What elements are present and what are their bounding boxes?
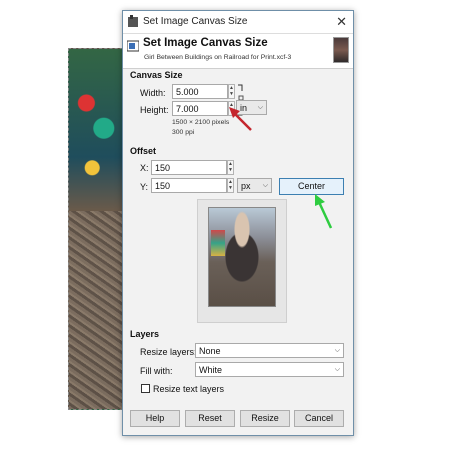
- header-subtitle: Girl Between Buildings on Railroad for P…: [144, 54, 292, 61]
- dialog-header: Set Image Canvas Size Girl Between Build…: [123, 34, 353, 69]
- canvas-preview-image[interactable]: [208, 207, 276, 307]
- canvas-size-icon: [127, 40, 139, 52]
- reset-button[interactable]: Reset: [185, 410, 235, 427]
- resize-text-layers-label: Resize text layers: [153, 384, 225, 394]
- width-field[interactable]: 5.000: [172, 84, 228, 99]
- gimp-app-icon: [128, 15, 138, 27]
- cancel-button[interactable]: Cancel: [294, 410, 344, 427]
- close-icon[interactable]: ✕: [336, 14, 347, 30]
- preview-graffiti: [211, 230, 225, 256]
- resize-layers-label: Resize layers:: [140, 347, 197, 357]
- fill-with-select[interactable]: White ⌵: [195, 362, 344, 377]
- green-annotation-arrow: [315, 194, 333, 229]
- fill-with-label: Fill with:: [140, 366, 173, 376]
- chevron-down-icon: ⌵: [334, 366, 340, 373]
- offset-section-label: Offset: [130, 146, 157, 156]
- layers-section-label: Layers: [130, 329, 160, 339]
- offset-x-label: X:: [140, 163, 149, 173]
- background-image-canvas: [68, 48, 128, 410]
- offset-y-field[interactable]: 150: [151, 178, 227, 193]
- chevron-down-icon: ⌵: [334, 347, 340, 354]
- resize-layers-value: None: [199, 346, 221, 356]
- offset-y-spinner[interactable]: ▲ ▼: [227, 178, 234, 193]
- image-thumbnail: [333, 37, 349, 63]
- offset-unit-select[interactable]: px ⌵: [237, 178, 272, 193]
- offset-x-spinner[interactable]: ▲ ▼: [227, 160, 234, 175]
- offset-y-label: Y:: [140, 182, 149, 192]
- height-field[interactable]: 7.000: [172, 101, 228, 116]
- help-button[interactable]: Help: [130, 410, 180, 427]
- chevron-down-icon: ⌵: [262, 182, 268, 189]
- canvas-size-section-label: Canvas Size: [130, 70, 183, 80]
- offset-x-field[interactable]: 150: [151, 160, 227, 175]
- resize-button[interactable]: Resize: [240, 410, 290, 427]
- pixel-dimensions-info: 1500 × 2100 pixels: [172, 119, 230, 126]
- chevron-down-icon: ⌵: [257, 104, 263, 111]
- window-titlebar: Set Image Canvas Size ✕: [123, 11, 353, 34]
- header-title: Set Image Canvas Size: [143, 37, 268, 49]
- width-label: Width:: [140, 88, 166, 98]
- offset-unit-value: px: [241, 181, 251, 191]
- resize-layers-select[interactable]: None ⌵: [195, 343, 344, 358]
- resolution-info: 300 ppi: [172, 129, 195, 136]
- background-stones: [69, 211, 127, 409]
- height-label: Height:: [140, 105, 169, 115]
- window-title: Set Image Canvas Size: [143, 16, 248, 27]
- resize-text-layers-checkbox[interactable]: [141, 384, 150, 393]
- width-spinner[interactable]: ▲ ▼: [228, 84, 235, 99]
- fill-with-value: White: [199, 365, 223, 375]
- red-annotation-arrow: [229, 107, 252, 131]
